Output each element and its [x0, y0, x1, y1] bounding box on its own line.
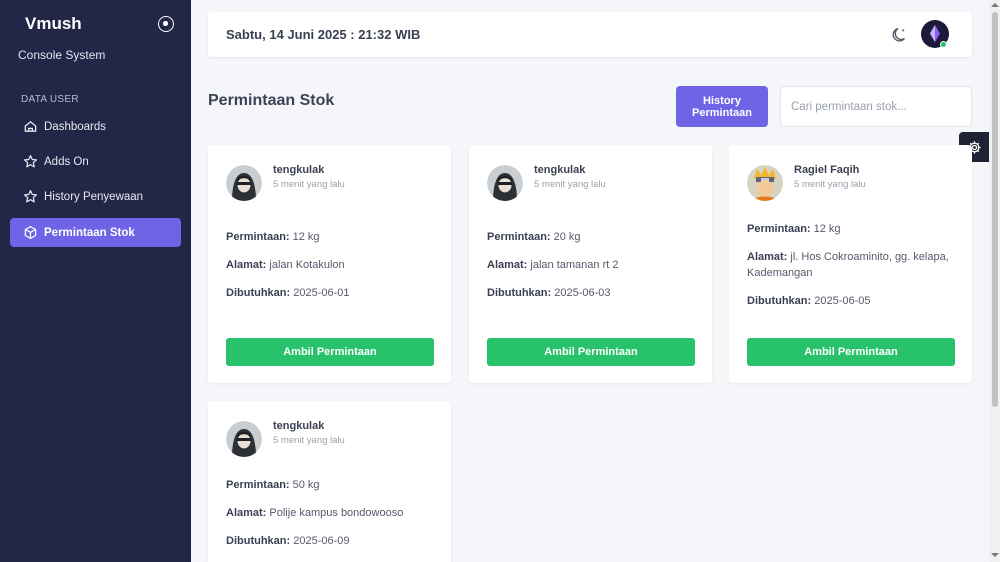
sidebar-item-label: Permintaan Stok [44, 226, 135, 239]
online-status-dot [940, 41, 947, 48]
scroll-thumb[interactable] [992, 12, 998, 407]
sidebar-item-label: History Penyewaan [44, 190, 144, 203]
card-request: Permintaan: 20 kg [487, 231, 581, 243]
card-needed: Dibutuhkan: 2025-06-05 [747, 295, 871, 307]
request-card: tengkulak 5 menit yang lalu Permintaan: … [208, 145, 451, 383]
ambil-permintaan-button[interactable]: Ambil Permintaan [747, 338, 955, 366]
crystal-icon [930, 25, 940, 42]
box-icon [22, 225, 38, 241]
sidebar-item-label: Adds On [44, 155, 89, 168]
sidebar-item-dashboards[interactable]: Dashboards [10, 112, 181, 141]
card-username: Ragiel Faqih [794, 164, 860, 176]
card-username: tengkulak [273, 164, 325, 176]
scroll-down-arrow[interactable] [991, 553, 999, 557]
home-icon [22, 119, 38, 135]
sidebar-toggle-icon[interactable] [158, 16, 174, 32]
page-scrollbar[interactable] [989, 0, 1000, 562]
card-time: 5 menit yang lalu [273, 179, 345, 190]
history-permintaan-button[interactable]: History Permintaan [676, 86, 768, 127]
section-label: DATA USER [21, 94, 79, 105]
request-card: tengkulak 5 menit yang lalu Permintaan: … [208, 401, 451, 562]
card-address: Alamat: Polije kampus bondowooso [226, 507, 404, 519]
sidebar-item-label: Dashboards [44, 120, 107, 133]
card-request: Permintaan: 50 kg [226, 479, 320, 491]
request-card: tengkulak 5 menit yang lalu Permintaan: … [469, 145, 712, 383]
card-needed: Dibutuhkan: 2025-06-01 [226, 287, 350, 299]
card-time: 5 menit yang lalu [534, 179, 606, 190]
star-icon [22, 154, 38, 170]
card-needed: Dibutuhkan: 2025-06-09 [226, 535, 350, 547]
ambil-permintaan-button[interactable]: Ambil Permintaan [226, 338, 434, 366]
card-time: 5 menit yang lalu [273, 435, 345, 446]
card-address: Alamat: jalan tamanan rt 2 [487, 259, 619, 271]
ambil-permintaan-button[interactable]: Ambil Permintaan [487, 338, 695, 366]
card-username: tengkulak [534, 164, 586, 176]
card-request: Permintaan: 12 kg [226, 231, 320, 243]
brand-subtitle: Console System [18, 48, 106, 62]
brand-name: Vmush [25, 14, 82, 33]
search-input[interactable] [780, 86, 972, 127]
card-needed: Dibutuhkan: 2025-06-03 [487, 287, 611, 299]
hooded-girl-avatar [487, 165, 523, 201]
card-address: Alamat: jalan Kotakulon [226, 259, 345, 271]
ninja-avatar [747, 165, 783, 201]
star-icon [22, 189, 38, 205]
card-time: 5 menit yang lalu [794, 179, 866, 190]
current-datetime: Sabtu, 14 Juni 2025 : 21:32 WIB [226, 27, 421, 42]
request-card: Ragiel Faqih 5 menit yang lalu Permintaa… [729, 145, 972, 383]
page-title: Permintaan Stok [208, 92, 335, 109]
sidebar-item-permintaan-stok[interactable]: Permintaan Stok [10, 218, 181, 247]
card-request: Permintaan: 12 kg [747, 223, 841, 235]
hooded-girl-avatar [226, 165, 262, 201]
card-address: Alamat: jl. Hos Cokroaminito, gg. kelapa… [747, 251, 949, 279]
top-bar: Sabtu, 14 Juni 2025 : 21:32 WIB [208, 12, 972, 57]
sidebar-item-adds-on[interactable]: Adds On [10, 147, 181, 176]
card-username: tengkulak [273, 420, 325, 432]
scroll-up-arrow[interactable] [991, 3, 999, 7]
moon-icon[interactable] [891, 26, 909, 44]
sidebar: Vmush Console System DATA USER Dashboard… [0, 0, 191, 562]
sidebar-item-history-penyewaan[interactable]: History Penyewaan [10, 182, 181, 211]
hooded-girl-avatar [226, 421, 262, 457]
